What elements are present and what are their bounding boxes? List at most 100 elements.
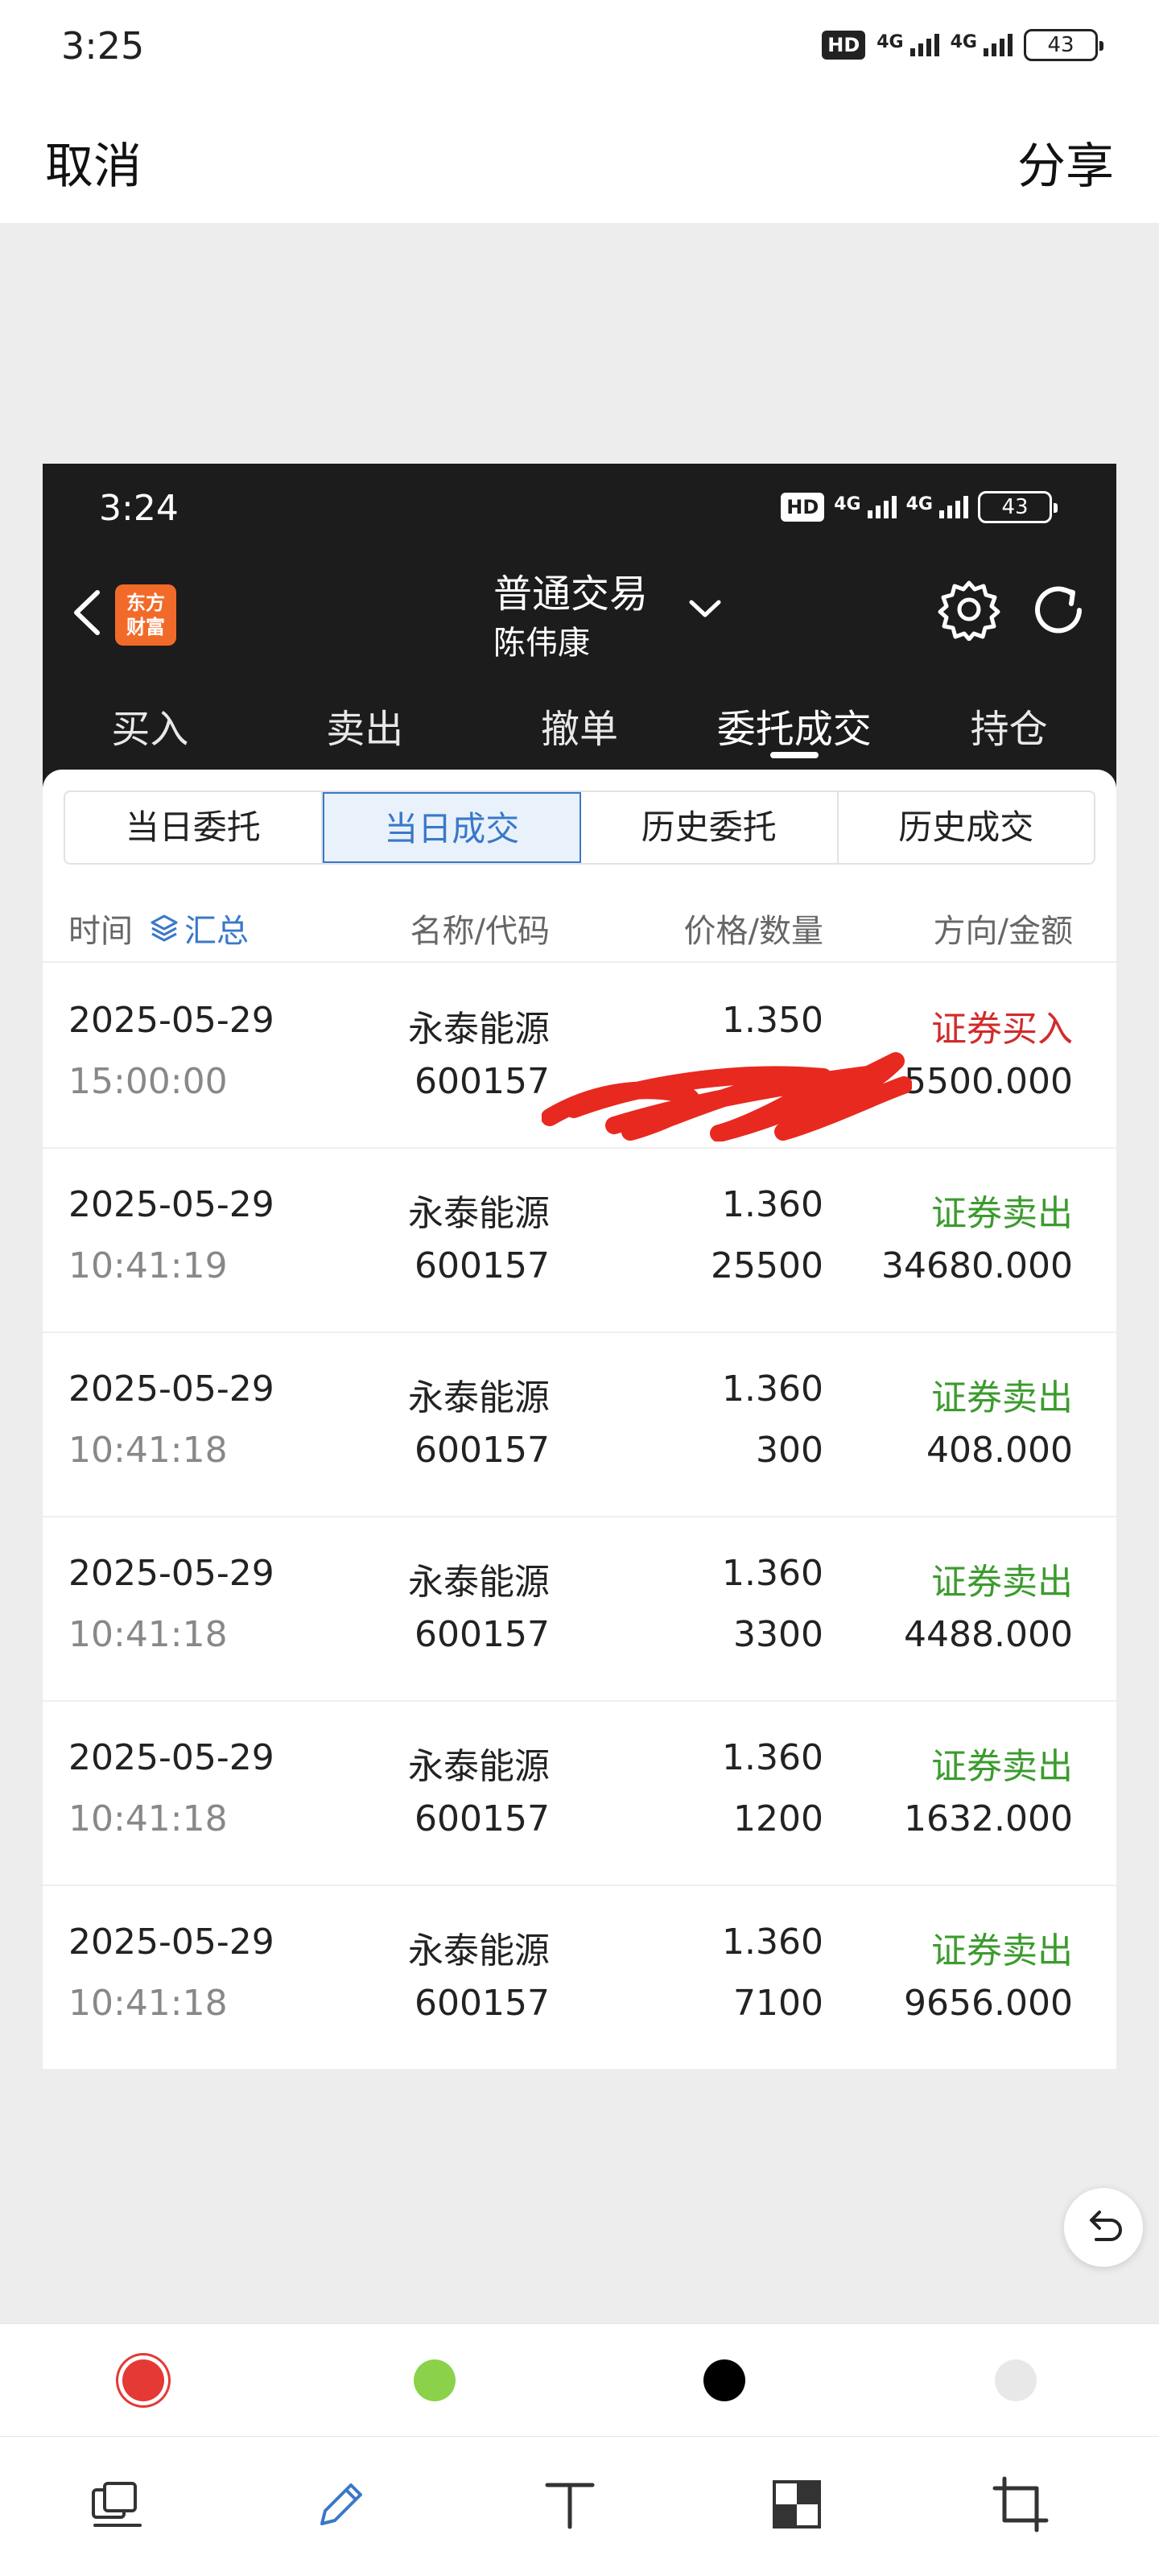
back-arrow-icon[interactable] xyxy=(67,584,107,641)
table-row[interactable]: 2025-05-29 10:41:18 永泰能源 600157 1.360 33… xyxy=(43,1517,1116,1702)
page-title[interactable]: 普通交易 xyxy=(450,562,691,618)
stock-code: 600157 xyxy=(415,1430,550,1471)
subtab-history-orders[interactable]: 历史委托 xyxy=(581,792,839,863)
network-type: 4G xyxy=(876,32,904,52)
hd-icon: HD xyxy=(781,493,825,522)
network-type: 4G xyxy=(834,494,861,514)
trade-amount: 1632.000 xyxy=(904,1798,1073,1839)
trade-direction: 证券卖出 xyxy=(931,1562,1073,1603)
battery-icon: 43 xyxy=(978,491,1058,523)
trade-date: 2025-05-29 xyxy=(68,1368,274,1410)
table-row[interactable]: 2025-05-29 15:00:00 永泰能源 600157 1.350 证券… xyxy=(43,964,1116,1149)
network-type: 4G xyxy=(950,32,977,52)
table-row[interactable]: 2025-05-29 10:41:18 永泰能源 600157 1.360 30… xyxy=(43,1333,1116,1517)
hd-icon: HD xyxy=(822,31,866,60)
layers-icon xyxy=(151,914,178,942)
inner-status-time: 3:24 xyxy=(99,488,179,529)
table-row[interactable]: 2025-05-29 10:41:19 永泰能源 600157 1.360 25… xyxy=(43,1149,1116,1333)
trade-nav-tabs: 买入 卖出 撤单 委托成交 持仓 xyxy=(43,681,1116,770)
signal-icon: 4G xyxy=(834,494,897,518)
stock-name: 永泰能源 xyxy=(408,1009,550,1050)
trades-list: 2025-05-29 15:00:00 永泰能源 600157 1.350 证券… xyxy=(43,964,1116,2070)
tab-orders-trades[interactable]: 委托成交 xyxy=(687,681,901,770)
trade-time: 15:00:00 xyxy=(68,1061,228,1102)
undo-button[interactable] xyxy=(1064,2188,1143,2267)
col-price-qty: 价格/数量 xyxy=(683,913,823,950)
trade-price: 1.360 xyxy=(722,1922,823,1963)
inner-status-icons: HD 4G 4G 43 xyxy=(781,491,1058,523)
battery-icon: 43 xyxy=(1024,29,1103,61)
tab-positions[interactable]: 持仓 xyxy=(901,681,1116,770)
table-row[interactable]: 2025-05-29 10:41:18 永泰能源 600157 1.360 12… xyxy=(43,1702,1116,1886)
color-swatch-red[interactable] xyxy=(122,2359,164,2401)
status-bar: 3:25 HD 4G 4G 43 xyxy=(0,0,1159,97)
signal-icon: 4G xyxy=(951,34,1013,56)
trade-price: 1.350 xyxy=(722,1000,823,1041)
refresh-icon[interactable] xyxy=(1026,578,1091,642)
network-type: 4G xyxy=(905,494,933,514)
tab-buy[interactable]: 买入 xyxy=(43,681,258,770)
col-name-code: 名称/代码 xyxy=(410,913,550,950)
trade-date: 2025-05-29 xyxy=(68,1737,274,1778)
stock-name: 永泰能源 xyxy=(408,1193,550,1234)
stock-name: 永泰能源 xyxy=(408,1930,550,1971)
trade-time: 10:41:18 xyxy=(68,1798,228,1839)
color-swatch-black[interactable] xyxy=(703,2359,745,2401)
trades-panel: 当日委托 当日成交 历史委托 历史成交 时间 汇总 名称/代码 价格/数量 方向… xyxy=(43,770,1116,2070)
trade-direction: 证券卖出 xyxy=(931,1377,1073,1418)
status-icons: HD 4G 4G 43 xyxy=(822,29,1103,61)
summary-label: 汇总 xyxy=(184,913,249,950)
trade-time: 10:41:18 xyxy=(68,1614,228,1655)
battery-level: 43 xyxy=(1047,33,1074,57)
signal-icon: 4G xyxy=(906,496,968,518)
text-icon[interactable] xyxy=(539,2474,600,2535)
editor-toolbar xyxy=(0,2436,1159,2576)
trade-direction: 证券卖出 xyxy=(931,1746,1073,1787)
color-swatch-green[interactable] xyxy=(414,2359,456,2401)
layers-icon[interactable] xyxy=(87,2474,148,2535)
tab-cancel-order[interactable]: 撤单 xyxy=(472,681,687,770)
crop-icon[interactable] xyxy=(990,2474,1051,2535)
chevron-down-icon[interactable] xyxy=(687,592,724,625)
screenshot-canvas[interactable]: 3:24 HD 4G 4G 43 东方 财富 普通交易 陈伟康 买入 卖出 撤单… xyxy=(43,464,1116,2070)
trade-price: 1.360 xyxy=(722,1184,823,1225)
trade-time: 10:41:18 xyxy=(68,1983,228,2024)
color-swatch-white[interactable] xyxy=(995,2359,1037,2401)
summary-button[interactable]: 汇总 xyxy=(149,905,249,952)
mosaic-icon[interactable] xyxy=(766,2474,827,2535)
subtab-today-trades[interactable]: 当日成交 xyxy=(322,792,581,863)
col-direction-amount: 方向/金额 xyxy=(933,913,1073,950)
trade-price: 1.360 xyxy=(722,1368,823,1410)
trade-time: 10:41:18 xyxy=(68,1430,228,1471)
editor-top-bar: 取消 分享 xyxy=(0,97,1159,223)
logo-text: 东方 xyxy=(126,592,165,614)
trade-time: 10:41:19 xyxy=(68,1245,228,1286)
trade-direction: 证券卖出 xyxy=(931,1930,1073,1971)
share-button[interactable]: 分享 xyxy=(1017,127,1114,197)
trade-price: 1.360 xyxy=(722,1737,823,1778)
brand-logo: 东方 财富 xyxy=(115,584,176,646)
subtab-today-orders[interactable]: 当日委托 xyxy=(65,792,323,863)
cancel-button[interactable]: 取消 xyxy=(45,127,142,197)
sub-tabs: 当日委托 当日成交 历史委托 历史成交 xyxy=(64,791,1095,865)
subtab-history-trades[interactable]: 历史成交 xyxy=(839,792,1095,863)
stock-name: 永泰能源 xyxy=(408,1562,550,1603)
gear-icon[interactable] xyxy=(938,578,1000,641)
tab-sell[interactable]: 卖出 xyxy=(258,681,472,770)
pencil-icon[interactable] xyxy=(311,2474,372,2535)
color-palette xyxy=(0,2323,1159,2436)
table-row[interactable]: 2025-05-29 10:41:18 永泰能源 600157 1.360 71… xyxy=(43,1886,1116,2070)
trade-date: 2025-05-29 xyxy=(68,1922,274,1963)
stock-code: 600157 xyxy=(415,1245,550,1286)
trade-qty: 300 xyxy=(756,1430,823,1471)
trade-qty: 25500 xyxy=(711,1245,823,1286)
logo-text: 财富 xyxy=(126,616,165,638)
trade-date: 2025-05-29 xyxy=(68,1184,274,1225)
trade-qty: 7100 xyxy=(733,1983,823,2024)
trade-date: 2025-05-29 xyxy=(68,1000,274,1041)
stock-code: 600157 xyxy=(415,1061,550,1102)
trade-price: 1.360 xyxy=(722,1553,823,1594)
col-time: 时间 xyxy=(68,913,133,950)
trade-date: 2025-05-29 xyxy=(68,1553,274,1594)
account-name: 陈伟康 xyxy=(493,625,590,662)
